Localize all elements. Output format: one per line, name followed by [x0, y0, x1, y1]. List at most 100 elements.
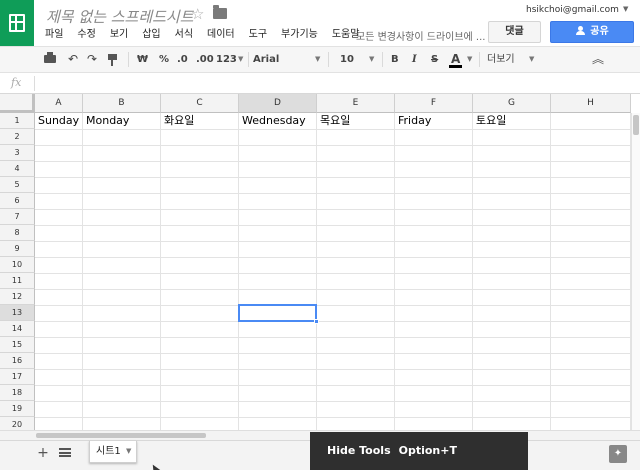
chevron-down-icon[interactable]: ▼ [238, 47, 243, 72]
font-family-select[interactable]: Arial [253, 47, 279, 72]
column-header-h[interactable]: H [551, 94, 631, 113]
grid-line [35, 257, 631, 258]
active-cell-d13[interactable] [238, 304, 319, 324]
undo-icon[interactable]: ↶ [68, 47, 78, 72]
grid-line [35, 385, 631, 386]
column-header-b[interactable]: B [83, 94, 161, 113]
row-header-16[interactable]: 16 [0, 353, 35, 369]
menu-view[interactable]: 보기 [103, 28, 135, 42]
mouse-cursor-icon [149, 462, 161, 470]
menu-insert[interactable]: 삽입 [135, 28, 167, 42]
share-button[interactable]: 공유 [550, 21, 634, 43]
column-header-c[interactable]: C [161, 94, 239, 113]
increase-decimal-button[interactable]: .00 [196, 47, 214, 72]
sheets-logo-icon[interactable] [0, 0, 34, 46]
plus-icon[interactable]: + [36, 446, 50, 460]
chevron-down-icon[interactable]: ▼ [623, 5, 628, 13]
chevron-down-icon[interactable]: ▼ [315, 47, 320, 72]
scrollbar-thumb[interactable] [633, 115, 639, 135]
comments-button[interactable]: 댓글 [488, 21, 541, 43]
cell-f1[interactable]: Friday [395, 113, 473, 128]
grid-line [35, 321, 631, 322]
save-status[interactable]: 모든 변경사항이 드라이브에 ... [356, 28, 485, 43]
column-header-g[interactable]: G [473, 94, 551, 113]
scrollbar-thumb[interactable] [36, 433, 206, 438]
print-icon[interactable] [44, 47, 56, 72]
redo-icon[interactable]: ↷ [87, 47, 97, 72]
vertical-scrollbar[interactable] [631, 113, 640, 430]
sheet-tab[interactable]: 시트1 ▼ [89, 441, 137, 463]
toolbar-divider [328, 52, 329, 67]
menu-format[interactable]: 서식 [168, 28, 200, 42]
row-header-19[interactable]: 19 [0, 401, 35, 417]
row-header-10[interactable]: 10 [0, 257, 35, 273]
row-header-20[interactable]: 20 [0, 417, 35, 430]
toolbar: ↶ ↷ ₩ % .0 .00 123 ▼ Arial ▼ 10 ▼ B I S … [0, 46, 640, 73]
font-size-select[interactable]: 10 [340, 47, 354, 72]
chevron-down-icon[interactable]: ▼ [369, 47, 374, 72]
row-header-14[interactable]: 14 [0, 321, 35, 337]
menu-data[interactable]: 데이터 [200, 28, 242, 42]
decrease-decimal-button[interactable]: .0 [177, 47, 188, 72]
currency-format-button[interactable]: ₩ [137, 47, 148, 72]
row-header-7[interactable]: 7 [0, 209, 35, 225]
menu-addons[interactable]: 부가기능 [274, 28, 325, 42]
toolbar-divider [382, 52, 383, 67]
row-header-12[interactable]: 12 [0, 289, 35, 305]
column-header-f[interactable]: F [395, 94, 473, 113]
document-title[interactable]: 제목 없는 스프레드시트 [46, 6, 194, 27]
row-header-18[interactable]: 18 [0, 385, 35, 401]
column-header-e[interactable]: E [317, 94, 395, 113]
strikethrough-button[interactable]: S [431, 47, 438, 72]
chevron-down-icon[interactable]: ▼ [529, 47, 534, 72]
cell-b1[interactable]: Monday [83, 113, 161, 128]
row-header-5[interactable]: 5 [0, 177, 35, 193]
bold-button[interactable]: B [391, 47, 399, 72]
grid-line [35, 417, 631, 418]
cell-g1[interactable]: 토요일 [473, 113, 551, 128]
folder-icon[interactable] [213, 5, 227, 19]
row-header-4[interactable]: 4 [0, 161, 35, 177]
cell-e1[interactable]: 목요일 [317, 113, 395, 128]
row-header-9[interactable]: 9 [0, 241, 35, 257]
select-all-corner[interactable] [0, 94, 35, 113]
list-icon[interactable] [59, 448, 71, 457]
explore-icon[interactable]: ✦ [609, 445, 627, 463]
menu-file[interactable]: 파일 [38, 28, 70, 42]
chevron-up-double-icon[interactable]: ︽ [592, 47, 604, 72]
row-header-3[interactable]: 3 [0, 145, 35, 161]
more-button[interactable]: 더보기 [487, 47, 515, 72]
column-header-a[interactable]: A [35, 94, 83, 113]
row-header-6[interactable]: 6 [0, 193, 35, 209]
number-format-button[interactable]: 123 [216, 47, 237, 72]
menu-edit[interactable]: 수정 [70, 28, 102, 42]
text-color-button[interactable]: A [449, 47, 462, 72]
italic-button[interactable]: I [412, 47, 417, 72]
row-header-13[interactable]: 13 [0, 305, 35, 321]
formula-input[interactable] [40, 77, 620, 91]
cell-area[interactable]: Sunday Monday 화요일 Wednesday 목요일 Friday 토요일 [35, 113, 631, 430]
paint-format-icon[interactable] [108, 47, 117, 72]
row-header-11[interactable]: 11 [0, 273, 35, 289]
star-icon[interactable]: ☆ [191, 5, 204, 23]
fill-handle[interactable] [314, 319, 319, 324]
grid-line [35, 177, 631, 178]
cell-c1[interactable]: 화요일 [161, 113, 239, 128]
row-header-1[interactable]: 1 [0, 113, 35, 129]
formula-divider [34, 76, 35, 91]
chevron-down-icon[interactable]: ▼ [126, 441, 131, 462]
chevron-down-icon[interactable]: ▼ [467, 47, 472, 72]
spreadsheet-grid: ABCDEFGH 1 2 3 4 5 6 7 8 9 10 11 12 13 14 15 16 17 18 19 20… [0, 94, 640, 430]
row-header-8[interactable]: 8 [0, 225, 35, 241]
grid-line [35, 401, 631, 402]
percent-format-button[interactable]: % [159, 47, 169, 72]
cell-a1[interactable]: Sunday [35, 113, 83, 128]
account-email[interactable]: hsikchoi@gmail.com [526, 5, 619, 15]
toolbar-divider [479, 52, 480, 67]
row-header-15[interactable]: 15 [0, 337, 35, 353]
column-header-d[interactable]: D [239, 94, 317, 113]
menu-tools[interactable]: 도구 [242, 28, 274, 42]
row-header-17[interactable]: 17 [0, 369, 35, 385]
row-header-2[interactable]: 2 [0, 129, 35, 145]
cell-d1[interactable]: Wednesday [239, 113, 317, 128]
